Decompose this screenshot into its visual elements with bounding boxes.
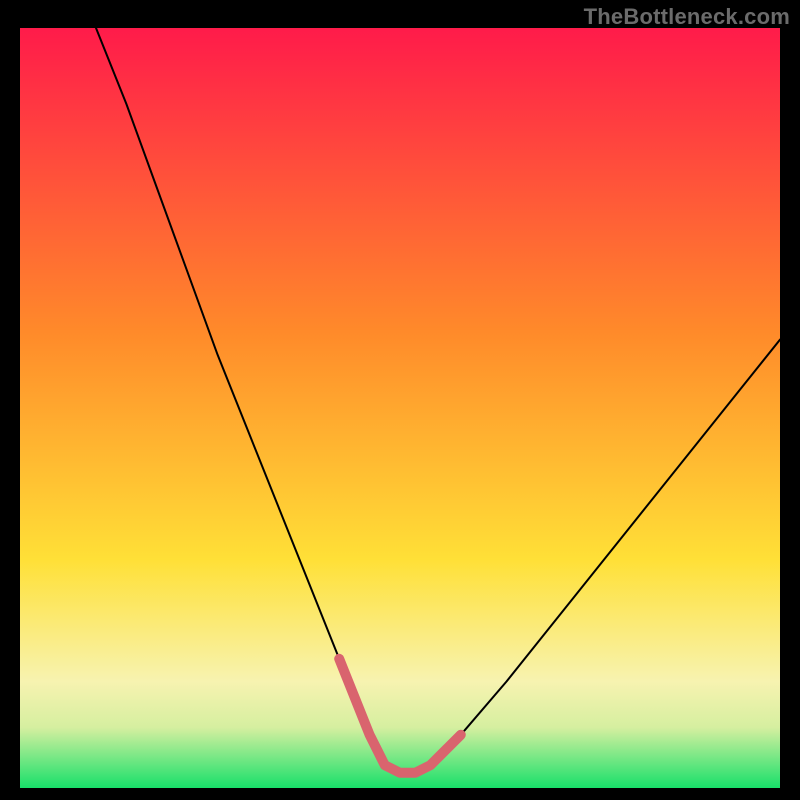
gradient-background bbox=[20, 28, 780, 788]
watermark-text: TheBottleneck.com bbox=[584, 4, 790, 30]
plot-area bbox=[20, 28, 780, 788]
bottleneck-chart bbox=[20, 28, 780, 788]
chart-frame: TheBottleneck.com bbox=[0, 0, 800, 800]
